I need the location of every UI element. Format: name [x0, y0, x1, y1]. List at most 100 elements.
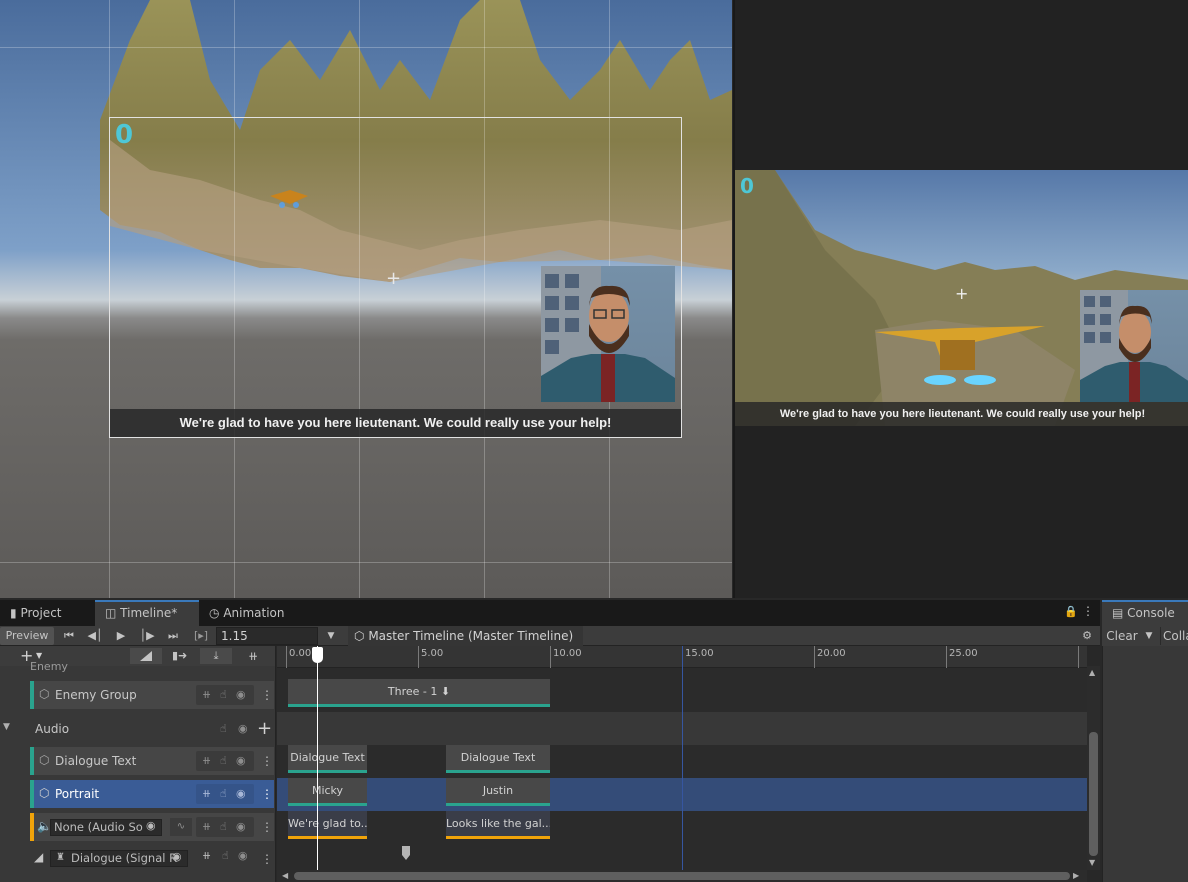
more-menu-icon[interactable]: ⋮: [261, 747, 273, 775]
lock-icon[interactable]: ☝: [220, 719, 227, 739]
score-label: 0: [740, 174, 754, 198]
clip-label: Justin: [482, 784, 514, 797]
more-menu-icon[interactable]: ⋮: [261, 681, 273, 709]
tab-timeline[interactable]: ◫ Timeline*: [95, 600, 199, 626]
follow-playhead-icon[interactable]: ▮➜: [172, 646, 187, 666]
go-to-end-icon[interactable]: ⏭: [162, 627, 184, 645]
tab-label: Animation: [223, 606, 285, 620]
object-picker-icon[interactable]: ◉: [172, 850, 182, 863]
binding-label: None (Audio So: [54, 820, 143, 834]
ruler-label: 5.00: [421, 648, 444, 659]
clip-dialogue-text[interactable]: Dialogue Text: [446, 745, 550, 773]
vertical-scrollbar-thumb[interactable]: [1089, 732, 1098, 856]
time-format-dropdown-icon[interactable]: ▼: [322, 627, 340, 645]
tab-label: Project: [20, 606, 62, 620]
track-name: Portrait: [55, 787, 100, 801]
tab-project[interactable]: ▮ Project: [0, 600, 94, 626]
track-name: Dialogue Text: [55, 754, 137, 768]
preview-button[interactable]: Preview: [0, 627, 54, 645]
pin-icon[interactable]: ⧺: [248, 646, 258, 666]
clip-portrait[interactable]: Justin: [446, 778, 550, 806]
clip-audio[interactable]: We're glad to...: [288, 811, 367, 839]
pin-icon[interactable]: ⧺: [202, 751, 211, 771]
lock-icon[interactable]: ☝: [220, 751, 227, 771]
lock-icon[interactable]: ☝: [220, 817, 227, 837]
playhead-handle[interactable]: [312, 647, 323, 663]
clip-underline: [446, 770, 550, 773]
breadcrumb[interactable]: ⬡ Master Timeline (Master Timeline): [348, 626, 584, 646]
lock-icon[interactable]: 🔒: [1064, 605, 1078, 618]
ruler-label: 10.00: [553, 648, 582, 659]
track-name: Enemy Group: [55, 688, 137, 702]
track-accent: [30, 681, 34, 709]
signal-receiver-field[interactable]: Dialogue (Signal R: [50, 850, 188, 867]
scroll-right-icon[interactable]: ▶: [1073, 871, 1079, 880]
clip-portrait[interactable]: Micky: [288, 778, 367, 806]
clip-underline: [446, 836, 550, 839]
clear-button[interactable]: Clear: [1104, 627, 1140, 645]
collapse-triangle-icon[interactable]: ▼: [3, 722, 10, 732]
go-to-start-icon[interactable]: ⏮: [60, 627, 78, 645]
scene-view[interactable]: 0 We're glad to have you here lieutenant…: [0, 0, 732, 598]
current-time-field[interactable]: 1.15: [216, 627, 318, 645]
lock-icon[interactable]: ☝: [220, 685, 227, 705]
object-picker-icon[interactable]: ◉: [146, 819, 156, 832]
ruler-label: 15.00: [685, 648, 714, 659]
activation-track-icon: ⬡: [39, 687, 50, 701]
eye-icon[interactable]: ◉: [236, 817, 246, 837]
edit-mode-icon[interactable]: ⤓: [200, 648, 232, 664]
scroll-up-icon[interactable]: ▲: [1089, 668, 1095, 677]
gear-icon[interactable]: ⚙: [1078, 627, 1096, 645]
lock-icon[interactable]: ☝: [220, 784, 227, 804]
eye-icon[interactable]: ◉: [236, 685, 246, 705]
chevron-down-icon[interactable]: ▼: [1142, 627, 1156, 645]
add-track-icon[interactable]: +: [257, 716, 272, 742]
track-header-toolbar: + ▼ ▮➜ ⤓ ⧺ Enemy: [0, 646, 275, 673]
activation-track-icon: ⬡: [39, 786, 50, 800]
pin-icon[interactable]: ⧺: [202, 849, 211, 862]
loop-range-icon[interactable]: [▸]: [190, 627, 212, 645]
more-menu-icon[interactable]: ⋮: [261, 780, 273, 808]
pin-icon[interactable]: ⧺: [202, 784, 211, 804]
tab-animation[interactable]: ◷ Animation: [199, 600, 309, 626]
more-menu-icon[interactable]: ⋮: [261, 845, 273, 873]
next-frame-icon[interactable]: │▶: [138, 627, 156, 645]
track-signal[interactable]: ◢ Dialogue (Signal R ♜ ◉ ⧺ ☝ ◉ ⋮: [30, 845, 274, 873]
track-group-audio[interactable]: ▼ Audio ☝ ◉ +: [0, 714, 275, 744]
more-menu-icon[interactable]: ⋮: [1082, 604, 1094, 618]
game-view[interactable]: 0 We're glad to have you here lieutenant…: [733, 0, 1188, 598]
clip-underline: [288, 836, 367, 839]
previous-frame-icon[interactable]: ◀│: [86, 627, 104, 645]
ripple-icon: [140, 651, 152, 661]
scroll-down-icon[interactable]: ▼: [1089, 858, 1095, 867]
curves-toggle-icon[interactable]: ∿: [170, 818, 192, 836]
snap-toggle[interactable]: [130, 648, 162, 664]
lock-icon[interactable]: ☝: [222, 849, 229, 862]
tab-console[interactable]: ▤ Console: [1102, 600, 1188, 626]
play-icon[interactable]: ▶: [112, 627, 130, 645]
console-log-area[interactable]: [1102, 646, 1188, 882]
eye-icon[interactable]: ◉: [236, 784, 246, 804]
track-portrait[interactable]: ⬡ Portrait ⧺ ☝ ◉ ⋮: [30, 780, 274, 808]
clip-audio[interactable]: Looks like the gal...: [446, 811, 550, 839]
collapse-button[interactable]: Colla: [1160, 627, 1188, 645]
eye-icon[interactable]: ◉: [238, 849, 248, 862]
scroll-left-icon[interactable]: ◀: [282, 871, 288, 880]
eye-icon[interactable]: ◉: [238, 719, 248, 739]
track-controls: ⧺ ☝ ◉: [196, 685, 254, 705]
more-menu-icon[interactable]: ⋮: [261, 813, 273, 841]
pin-icon[interactable]: ⧺: [202, 685, 211, 705]
horizontal-scrollbar-thumb[interactable]: [294, 872, 1070, 880]
pin-icon[interactable]: ⧺: [202, 817, 211, 837]
signal-marker-icon[interactable]: [402, 846, 410, 860]
track-audio[interactable]: 🔈 None (Audio So ◉ ∿ ⧺ ☝ ◉ ⋮: [30, 813, 274, 841]
eye-icon[interactable]: ◉: [236, 751, 246, 771]
clip-dialogue-text[interactable]: Dialogue Text: [288, 745, 367, 773]
clip-label: Dialogue Text: [290, 751, 365, 764]
subtitle-text: We're glad to have you here lieutenant. …: [735, 402, 1188, 426]
track-accent: [30, 780, 34, 808]
track-dialogue-text[interactable]: ⬡ Dialogue Text ⧺ ☝ ◉ ⋮: [30, 747, 274, 775]
clip-enemy-activation[interactable]: Three - 1 ⬇: [288, 679, 550, 707]
clip-underline: [446, 803, 550, 806]
track-enemy-group[interactable]: ⬡ Enemy Group ⧺ ☝ ◉ ⋮: [30, 681, 274, 709]
